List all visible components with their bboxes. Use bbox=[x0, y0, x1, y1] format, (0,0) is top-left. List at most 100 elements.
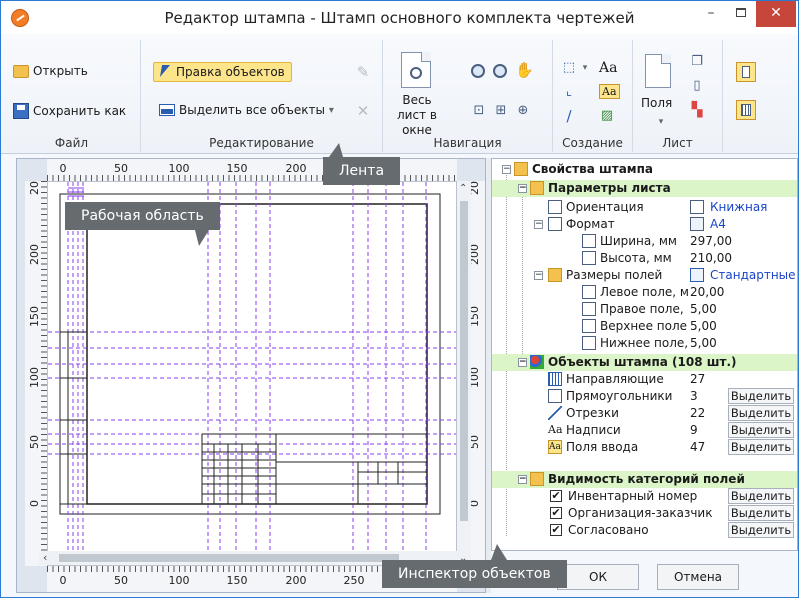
margins-button[interactable]: Поля bbox=[641, 96, 672, 110]
format-icon bbox=[548, 217, 562, 231]
height-icon bbox=[582, 251, 596, 265]
input-field-tool-icon[interactable]: Aa bbox=[599, 84, 620, 99]
ruler-label: 50 bbox=[114, 574, 128, 587]
show-page-toggle[interactable] bbox=[736, 62, 756, 82]
image-tool-icon[interactable]: ▨ bbox=[599, 108, 615, 124]
save-as-button[interactable]: Сохранить как bbox=[13, 103, 126, 119]
object-category-row[interactable]: Отрезки 22 Выделить bbox=[492, 405, 797, 422]
object-category-row[interactable]: Aa Поля ввода 47 Выделить bbox=[492, 439, 797, 456]
tree-root-row[interactable]: − Свойства штампа bbox=[492, 161, 797, 178]
callout-inspector: Инспектор объектов bbox=[382, 544, 567, 588]
zoom-fit-width-icon[interactable]: ⊡ bbox=[471, 103, 487, 119]
chevron-up-icon[interactable]: ⌃ bbox=[459, 183, 467, 194]
category-sheet-params[interactable]: − Параметры листа bbox=[492, 180, 797, 197]
page-orientation-icon[interactable]: ❐ bbox=[689, 54, 705, 70]
select-fields-button[interactable]: Выделить bbox=[728, 522, 794, 538]
text-tool-icon[interactable]: Aa bbox=[599, 60, 617, 76]
chevron-down-icon[interactable]: ▾ bbox=[653, 114, 669, 130]
object-category-row[interactable]: Направляющие 27 bbox=[492, 371, 797, 388]
property-value[interactable]: 210,00 bbox=[690, 250, 732, 267]
select-fields-button[interactable]: Выделить bbox=[728, 505, 794, 521]
collapse-icon[interactable]: − bbox=[534, 271, 543, 280]
right-margin-icon bbox=[582, 302, 596, 316]
visibility-row[interactable]: ✔ Организация-заказчик Выделить bbox=[492, 505, 797, 522]
select-all-objects-button[interactable]: Выделить все объекты ▾ bbox=[159, 103, 334, 117]
property-format[interactable]: − Формат А4 bbox=[492, 216, 797, 233]
show-grid-toggle[interactable] bbox=[736, 100, 756, 120]
stamp-drawing[interactable] bbox=[48, 182, 457, 566]
property-value[interactable]: 5,00 bbox=[690, 318, 717, 335]
property-right-margin[interactable]: Правое поле, 5,00 bbox=[492, 301, 797, 318]
property-top-margin[interactable]: Верхнее поле 5,00 bbox=[492, 318, 797, 335]
sheet-settings-icon bbox=[530, 181, 544, 195]
property-height[interactable]: Высота, мм 210,00 bbox=[492, 250, 797, 267]
chevron-left-icon[interactable]: ‹ bbox=[43, 551, 47, 564]
line-tool-icon[interactable]: ∕ bbox=[561, 108, 577, 124]
property-value[interactable]: 297,00 bbox=[690, 233, 732, 250]
minimize-button[interactable]: – bbox=[696, 1, 726, 27]
property-orientation[interactable]: Ориентация Книжная bbox=[492, 199, 797, 216]
ribbon-group-file: Открыть Сохранить как Файл bbox=[3, 40, 141, 152]
property-value[interactable]: А4 bbox=[710, 216, 726, 233]
drawing-canvas[interactable] bbox=[47, 181, 457, 566]
chevron-down-icon[interactable]: ▾ bbox=[577, 60, 593, 76]
pan-hand-icon[interactable]: ✋ bbox=[515, 62, 534, 78]
callout-workspace: Рабочая область bbox=[65, 202, 220, 246]
property-value[interactable]: Книжная bbox=[710, 199, 767, 216]
collapse-icon[interactable]: − bbox=[518, 358, 527, 367]
property-label: Формат bbox=[566, 217, 615, 231]
ruler-label: 150 bbox=[226, 162, 248, 175]
collapse-icon[interactable]: − bbox=[534, 220, 543, 229]
visibility-row[interactable]: ✔ Инвентарный номер Выделить bbox=[492, 488, 797, 505]
collapse-icon[interactable]: − bbox=[502, 165, 511, 174]
close-button[interactable]: ✕ bbox=[756, 1, 796, 27]
vertical-scroll-thumb[interactable] bbox=[460, 201, 468, 521]
select-objects-button[interactable]: Выделить bbox=[728, 422, 794, 438]
select-objects-button[interactable]: Выделить bbox=[728, 439, 794, 455]
visibility-row[interactable]: ✔ Согласовано Выделить bbox=[492, 522, 797, 539]
zoom-fit-height-icon[interactable]: ⊞ bbox=[493, 103, 509, 119]
zoom-out-icon[interactable] bbox=[493, 64, 507, 78]
chevron-down-icon[interactable]: ▾ bbox=[329, 105, 334, 116]
object-category-row[interactable]: Прямоугольники 3 Выделить bbox=[492, 388, 797, 405]
object-category-row[interactable]: Aa Надписи 9 Выделить bbox=[492, 422, 797, 439]
page-size-icon[interactable]: ▯ bbox=[689, 78, 705, 94]
ribbon-group-label-creation: Создание bbox=[562, 136, 623, 150]
visibility-checkbox[interactable]: ✔ bbox=[550, 490, 562, 502]
property-value[interactable]: 5,00 bbox=[690, 301, 717, 318]
whole-sheet-button[interactable]: Весь лист в окне bbox=[387, 50, 447, 137]
delete-icon[interactable]: ✕ bbox=[355, 103, 371, 119]
frame-tool-icon[interactable]: ⌞ bbox=[561, 84, 577, 100]
collapse-icon[interactable]: − bbox=[518, 475, 527, 484]
property-bottom-margin[interactable]: Нижнее поле, 5,00 bbox=[492, 335, 797, 352]
category-stamp-objects[interactable]: − Объекты штампа (108 шт.) bbox=[492, 354, 797, 371]
maximize-button[interactable] bbox=[726, 1, 756, 27]
property-margins[interactable]: − Размеры полей Стандартные bbox=[492, 267, 797, 284]
ok-button[interactable]: ОК bbox=[557, 564, 639, 590]
eraser-icon[interactable]: ✎ bbox=[355, 64, 371, 80]
select-fields-button[interactable]: Выделить bbox=[728, 488, 794, 504]
property-width[interactable]: Ширина, мм 297,00 bbox=[492, 233, 797, 250]
category-field-visibility[interactable]: − Видимость категорий полей bbox=[492, 471, 797, 488]
color-scheme-icon[interactable]: ▚ bbox=[689, 102, 705, 118]
collapse-icon[interactable]: − bbox=[518, 184, 527, 193]
horizontal-scroll-thumb[interactable] bbox=[59, 554, 399, 562]
cancel-button[interactable]: Отмена bbox=[657, 564, 739, 590]
visibility-checkbox[interactable]: ✔ bbox=[550, 507, 562, 519]
object-category-label: Направляющие bbox=[566, 372, 664, 386]
open-button[interactable]: Открыть bbox=[13, 64, 88, 78]
zoom-selection-icon[interactable]: ⊕ bbox=[515, 103, 531, 119]
property-left-margin[interactable]: Левое поле, м 20,00 bbox=[492, 284, 797, 301]
select-objects-button[interactable]: Выделить bbox=[728, 405, 794, 421]
vertical-scrollbar[interactable]: ⌃ ⌄ bbox=[457, 181, 471, 566]
edit-objects-button[interactable]: Правка объектов bbox=[153, 62, 292, 82]
page-icon[interactable] bbox=[645, 54, 671, 88]
property-value[interactable]: Стандартные bbox=[710, 267, 796, 284]
category-label: Объекты штампа (108 шт.) bbox=[548, 355, 737, 369]
select-objects-button[interactable]: Выделить bbox=[728, 388, 794, 404]
property-value[interactable]: 20,00 bbox=[690, 284, 724, 301]
rectangle-tool-icon[interactable]: ⬚ bbox=[561, 60, 577, 76]
zoom-in-icon[interactable] bbox=[471, 64, 485, 78]
visibility-checkbox[interactable]: ✔ bbox=[550, 524, 562, 536]
property-value[interactable]: 5,00 bbox=[690, 335, 717, 352]
